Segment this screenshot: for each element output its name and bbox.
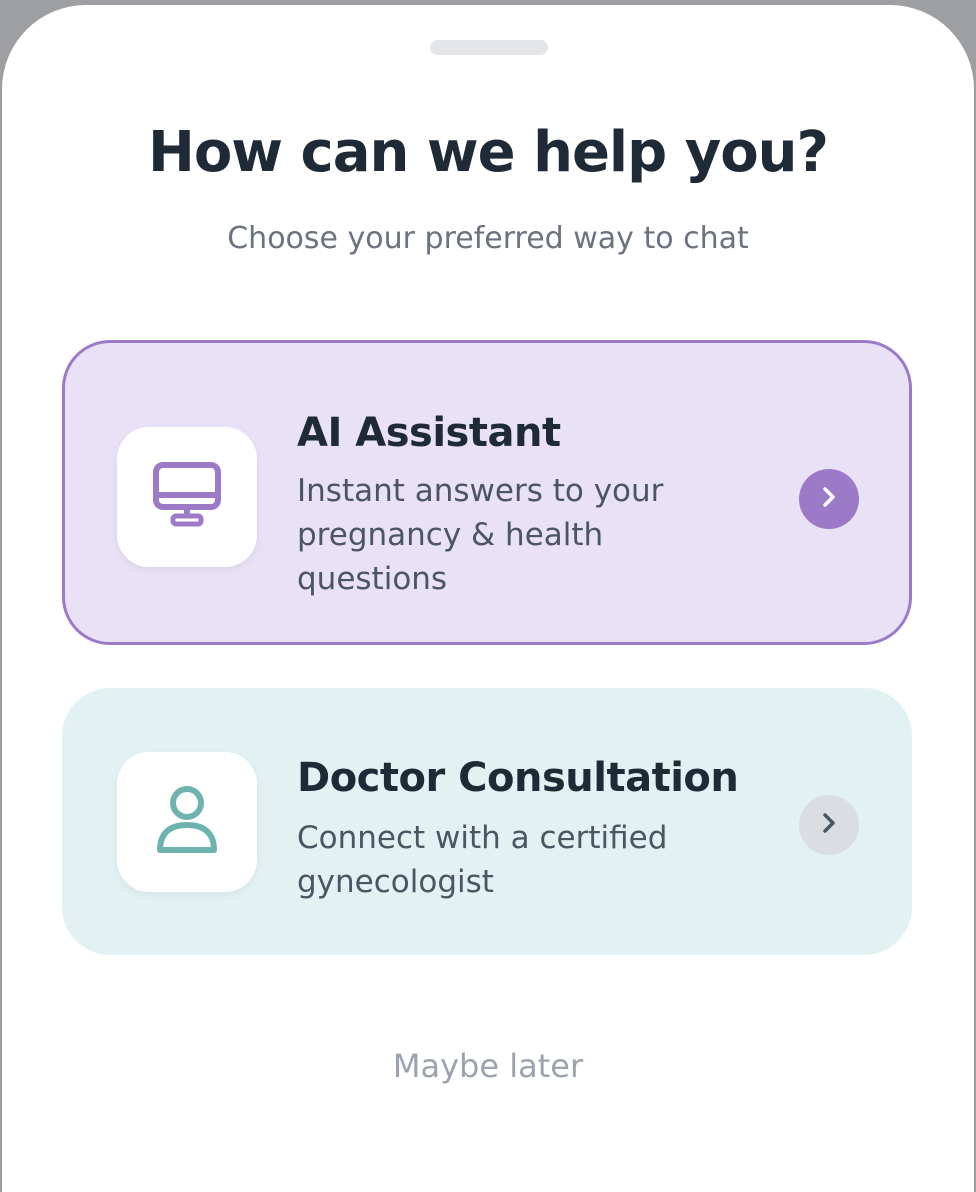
chevron-right-icon	[817, 485, 841, 513]
sheet-subtitle: Choose your preferred way to chat	[227, 221, 749, 256]
ai-assistant-option[interactable]: AI Assistant Instant answers to your pre…	[62, 340, 912, 645]
person-icon	[155, 784, 219, 860]
doctor-consultation-arrow-button[interactable]	[799, 795, 859, 855]
doctor-consultation-icon-tile	[117, 752, 257, 892]
drag-handle[interactable]	[430, 40, 548, 55]
ai-assistant-icon-tile	[117, 427, 257, 567]
doctor-consultation-description: Connect with a certified gynecologist	[297, 820, 668, 900]
ai-assistant-description: Instant answers to your pregnancy & heal…	[297, 473, 664, 597]
ai-assistant-title: AI Assistant	[297, 410, 561, 456]
doctor-consultation-option[interactable]: Doctor Consultation Connect with a certi…	[62, 688, 912, 955]
chevron-right-icon	[817, 811, 841, 839]
doctor-consultation-title: Doctor Consultation	[297, 755, 739, 801]
bottom-sheet: How can we help you? Choose your preferr…	[2, 5, 974, 1192]
monitor-icon	[152, 460, 222, 534]
maybe-later-link[interactable]: Maybe later	[2, 1043, 974, 1089]
sheet-title: How can we help you?	[147, 120, 829, 185]
ai-assistant-arrow-button[interactable]	[799, 469, 859, 529]
